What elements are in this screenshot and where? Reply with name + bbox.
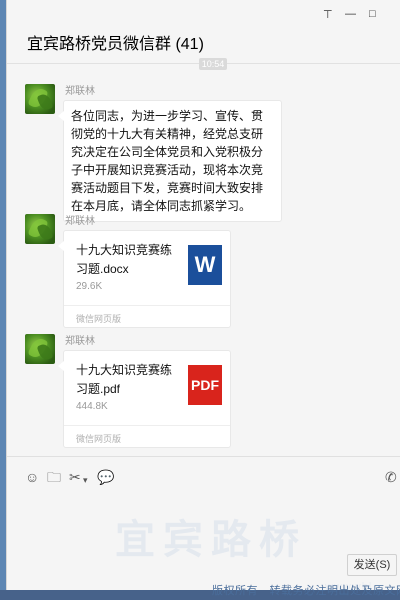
chat-history-icon[interactable]: 💬 — [97, 469, 114, 485]
input-toolbar: ☺ 🗀 ✂ ▾ 💬 ✆ — [7, 456, 400, 496]
chat-title: 宜宾路桥党员微信群 (41) — [27, 36, 204, 53]
avatar[interactable] — [25, 214, 55, 244]
avatar[interactable] — [25, 84, 55, 114]
pdf-icon: PDF — [188, 365, 222, 405]
message-item: 郑联林 各位同志，为进一步学习、宣传、贯彻党的十九大有关精神，经党总支研究决定在… — [25, 84, 295, 222]
message-input[interactable]: 发送(S) — [7, 496, 400, 592]
sender-name: 郑联林 — [65, 86, 95, 97]
maximize-icon[interactable]: □ — [369, 8, 376, 20]
text-bubble[interactable]: 各位同志，为进一步学习、宣传、贯彻党的十九大有关精神，经党总支研究决定在公司全体… — [58, 100, 282, 222]
message-item: 郑联林 十九大知识竞赛练习题.pdf 444.8K PDF 微信网页版 — [25, 334, 245, 450]
message-list[interactable]: 郑联林 各位同志，为进一步学习、宣传、贯彻党的十九大有关精神，经党总支研究决定在… — [7, 64, 400, 456]
copyright-notice: 版权所有 转载务必注明出处及原文网址 — [212, 585, 400, 597]
file-card-pdf[interactable]: 十九大知识竞赛练习题.pdf 444.8K PDF 微信网页版 — [58, 350, 231, 449]
file-name: 十九大知识竞赛练习题.pdf — [76, 363, 173, 396]
minimize-icon[interactable]: — — [345, 8, 356, 20]
word-icon: W — [188, 245, 222, 285]
sender-name: 郑联林 — [65, 336, 95, 347]
folder-icon[interactable]: 🗀 — [47, 469, 61, 485]
sender-name: 郑联林 — [65, 216, 95, 227]
scissors-icon[interactable]: ✂ — [69, 469, 81, 485]
file-card-docx[interactable]: 十九大知识竞赛练习题.docx 29.6K W 微信网页版 — [58, 230, 231, 329]
phone-icon[interactable]: ✆ — [385, 469, 397, 485]
chat-window: 宜宾路桥党员微信群 (41) ⊤ — □ 10:54 郑联林 各位同志，为进一步… — [6, 0, 400, 592]
file-size: 29.6K — [76, 281, 103, 292]
file-name: 十九大知识竞赛练习题.docx — [76, 243, 173, 276]
pin-icon[interactable]: ⊤ — [323, 8, 333, 21]
emoji-icon[interactable]: ☺ — [25, 469, 39, 485]
chevron-down-icon[interactable]: ▾ — [83, 472, 88, 488]
send-button[interactable]: 发送(S) — [347, 554, 397, 576]
avatar[interactable] — [25, 334, 55, 364]
file-size: 444.8K — [76, 401, 108, 412]
file-source: 微信网页版 — [64, 305, 230, 329]
title-bar: 宜宾路桥党员微信群 (41) ⊤ — □ — [7, 0, 400, 64]
message-item: 郑联林 十九大知识竞赛练习题.docx 29.6K W 微信网页版 — [25, 214, 245, 330]
file-source: 微信网页版 — [64, 425, 230, 449]
chat-scrollbar[interactable] — [395, 64, 399, 456]
